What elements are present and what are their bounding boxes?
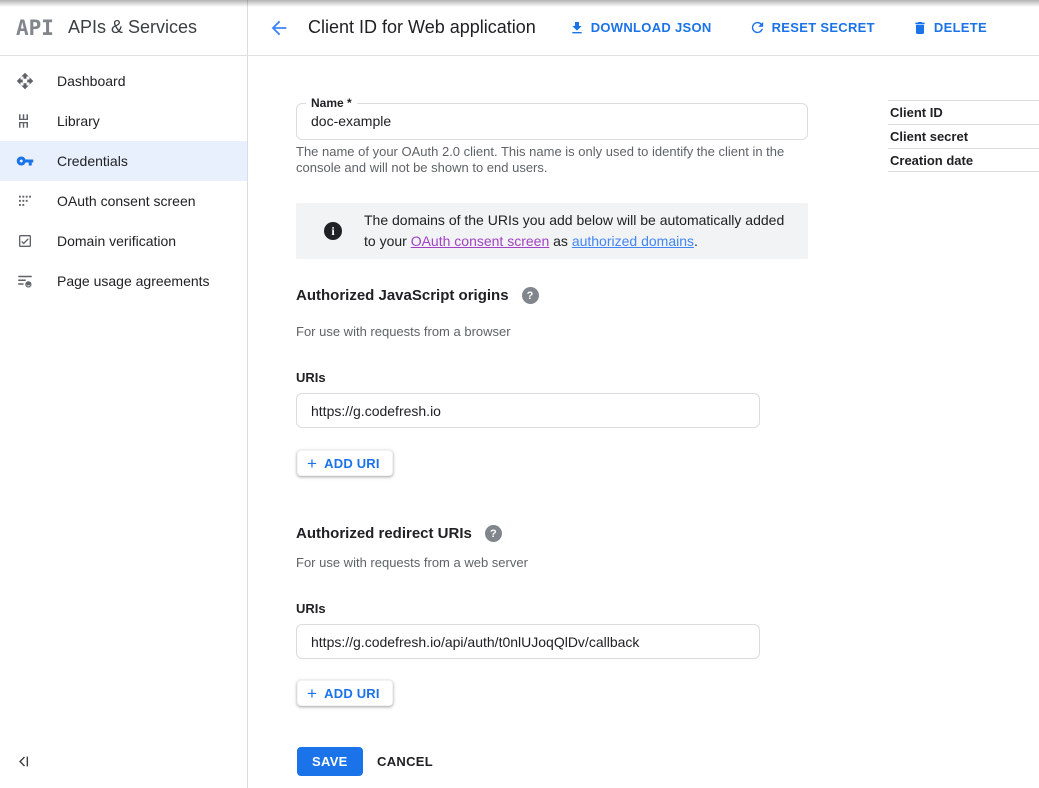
reset-secret-button[interactable]: RESET SECRET [749, 19, 875, 36]
client-summary-panel: Client ID Client secret Creation date [888, 100, 1039, 172]
sidebar-item-page-usage-agreements[interactable]: Page usage agreements [0, 261, 247, 301]
collapse-sidebar-button[interactable] [14, 751, 35, 775]
plus-icon: + [307, 685, 317, 702]
header-actions: DOWNLOAD JSON RESET SECRET DELETE [569, 19, 1039, 36]
info-banner: i The domains of the URIs you add below … [296, 203, 808, 259]
summary-label: Creation date [888, 153, 973, 168]
sidebar-item-library[interactable]: Library [0, 101, 247, 141]
help-icon[interactable]: ? [485, 525, 502, 542]
summary-label: Client secret [888, 129, 968, 144]
back-arrow-icon [268, 17, 290, 39]
redirect-uri-value: https://g.codefresh.io/api/auth/t0nlUJoq… [311, 634, 639, 650]
add-redirect-uri-button[interactable]: + ADD URI [297, 680, 393, 706]
summary-row-creation-date: Creation date [888, 148, 1039, 172]
app-header: API APIs & Services Client ID for Web ap… [0, 0, 1039, 56]
name-field-label: Name * [306, 96, 357, 110]
name-field-value: doc-example [311, 113, 391, 129]
sidebar-item-label: Credentials [57, 153, 128, 169]
download-icon [569, 20, 585, 36]
redirects-section-heading: Authorized redirect URIs ? [296, 525, 502, 542]
name-helper-text: The name of your OAuth 2.0 client. This … [296, 144, 808, 176]
add-origin-uri-button[interactable]: + ADD URI [297, 450, 393, 476]
plus-icon: + [307, 455, 317, 472]
sidebar-nav: Dashboard Library Credentials OAuth cons… [0, 56, 248, 788]
library-icon [16, 112, 34, 130]
consent-list-icon [16, 192, 34, 210]
page-header: Client ID for Web application DOWNLOAD J… [248, 0, 1039, 55]
summary-row-client-secret: Client secret [888, 124, 1039, 148]
add-uri-label: ADD URI [324, 686, 380, 701]
checkbox-icon [16, 232, 34, 250]
sidebar-item-oauth-consent-screen[interactable]: OAuth consent screen [0, 181, 247, 221]
download-json-label: DOWNLOAD JSON [591, 20, 712, 35]
redirects-heading-text: Authorized redirect URIs [296, 525, 472, 542]
api-logo: API [16, 16, 54, 40]
add-uri-label: ADD URI [324, 456, 380, 471]
banner-text-middle: as [549, 233, 572, 249]
origins-uris-label: URIs [296, 370, 326, 385]
dashboard-icon [16, 72, 34, 90]
sidebar-item-dashboard[interactable]: Dashboard [0, 61, 247, 101]
cancel-button[interactable]: CANCEL [377, 747, 433, 776]
download-json-button[interactable]: DOWNLOAD JSON [569, 20, 712, 36]
sidebar-item-label: OAuth consent screen [57, 193, 196, 209]
info-icon: i [324, 222, 342, 240]
delete-icon [912, 20, 928, 36]
reset-secret-label: RESET SECRET [772, 20, 875, 35]
oauth-consent-screen-link[interactable]: OAuth consent screen [411, 233, 550, 249]
authorized-domains-link[interactable]: authorized domains [572, 233, 694, 249]
origins-description: For use with requests from a browser [296, 324, 511, 339]
collapse-sidebar-icon [16, 753, 33, 770]
product-name[interactable]: APIs & Services [68, 17, 197, 38]
key-icon [16, 152, 34, 170]
origins-section-heading: Authorized JavaScript origins ? [296, 287, 539, 304]
sidebar-item-label: Dashboard [57, 73, 126, 89]
sidebar-item-label: Domain verification [57, 233, 176, 249]
redirects-uris-label: URIs [296, 601, 326, 616]
sidebar-item-credentials[interactable]: Credentials [0, 141, 247, 181]
name-field[interactable]: Name * doc-example [296, 103, 808, 140]
list-gear-icon [16, 272, 34, 290]
sidebar-item-label: Page usage agreements [57, 273, 210, 289]
summary-row-client-id: Client ID [888, 100, 1039, 124]
delete-button[interactable]: DELETE [912, 20, 987, 36]
origin-uri-input[interactable]: https://g.codefresh.io [296, 393, 760, 428]
delete-label: DELETE [934, 20, 987, 35]
summary-label: Client ID [888, 105, 943, 120]
back-button[interactable] [264, 13, 294, 43]
page-title: Client ID for Web application [308, 17, 536, 38]
sidebar-item-domain-verification[interactable]: Domain verification [0, 221, 247, 261]
origin-uri-value: https://g.codefresh.io [311, 403, 441, 419]
info-banner-text: The domains of the URIs you add below wi… [364, 210, 794, 252]
refresh-icon [749, 19, 766, 36]
help-icon[interactable]: ? [522, 287, 539, 304]
banner-text-after: . [694, 233, 698, 249]
product-header: API APIs & Services [0, 0, 248, 55]
redirects-description: For use with requests from a web server [296, 555, 528, 570]
redirect-uri-input[interactable]: https://g.codefresh.io/api/auth/t0nlUJoq… [296, 624, 760, 659]
sidebar-item-label: Library [57, 113, 100, 129]
origins-heading-text: Authorized JavaScript origins [296, 287, 509, 304]
save-button[interactable]: SAVE [297, 747, 363, 776]
client-id-edit-page: API APIs & Services Client ID for Web ap… [0, 0, 1039, 788]
